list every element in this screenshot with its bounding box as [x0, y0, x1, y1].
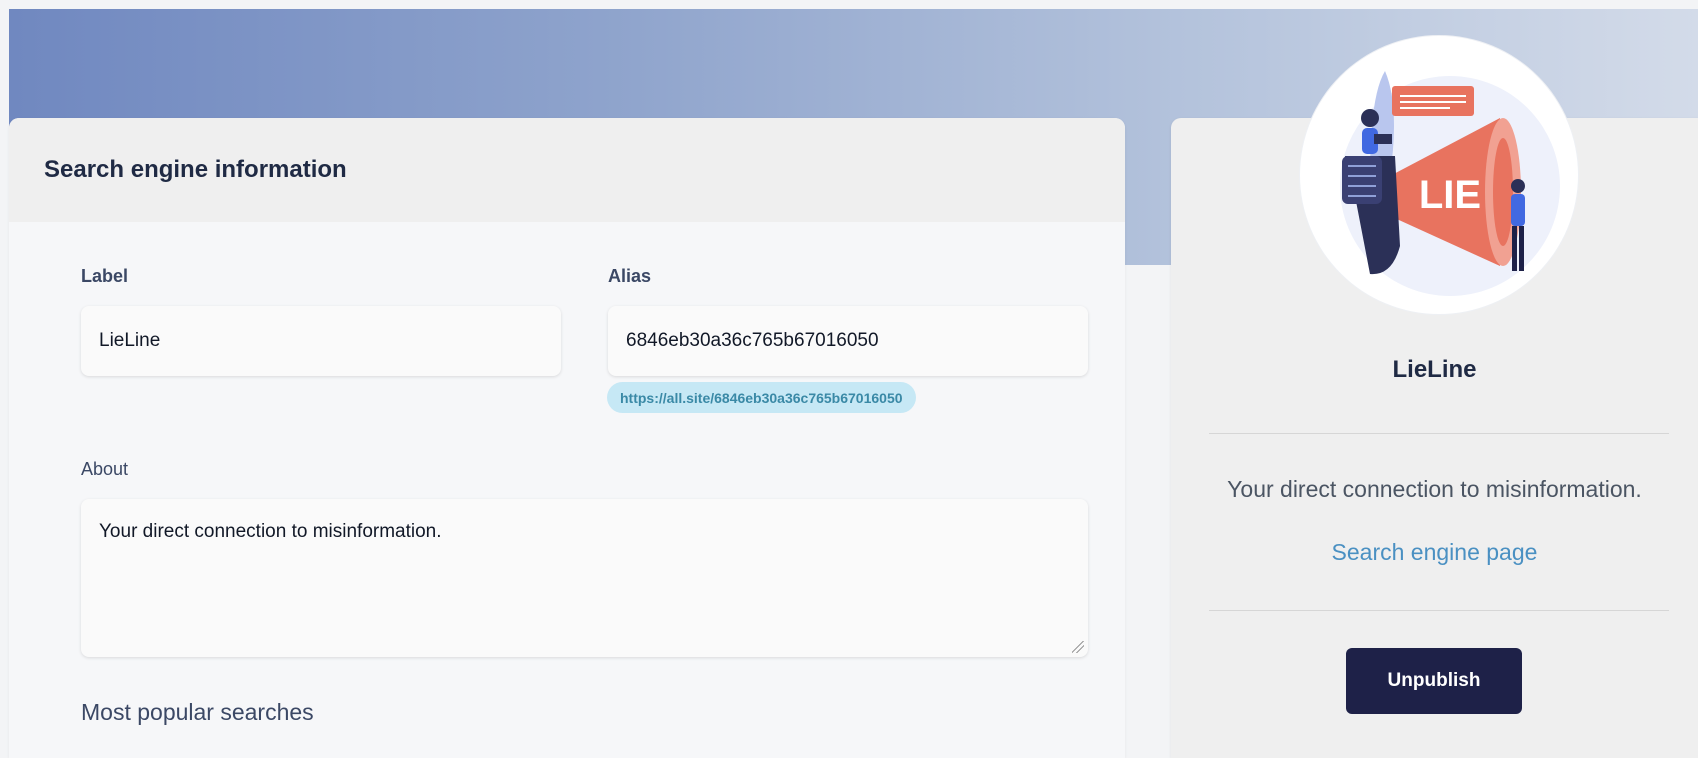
alias-field-label: Alias	[608, 266, 652, 286]
about-textarea-text: Your direct connection to misinformation…	[99, 521, 442, 542]
divider	[1209, 433, 1669, 434]
label-input[interactable]: LieLine	[81, 306, 561, 376]
divider	[1209, 610, 1669, 611]
popular-searches-label: Most popular searches	[81, 699, 314, 725]
avatar-text: LIE	[1419, 173, 1481, 217]
about-textarea[interactable]: Your direct connection to misinformation…	[81, 499, 1088, 657]
profile-about: Your direct connection to misinformation…	[1227, 476, 1642, 502]
about-field-label: About	[81, 459, 129, 479]
alias-input[interactable]: 6846eb30a36c765b67016050	[608, 306, 1088, 376]
avatar: LIE	[1300, 36, 1578, 314]
label-field-label: Label	[81, 266, 129, 286]
card-title: Search engine information	[44, 156, 347, 183]
card-header: Search engine information	[9, 118, 1125, 222]
profile-name: LieLine	[1392, 356, 1477, 383]
search-engine-page-link[interactable]: Search engine page	[1171, 539, 1698, 566]
megaphone-illustration-icon: LIE	[1340, 71, 1560, 296]
resize-grip-icon[interactable]	[1072, 641, 1084, 653]
alias-url-badge[interactable]: https://all.site/6846eb30a36c765b6701605…	[607, 382, 916, 413]
unpublish-button[interactable]: Unpublish	[1346, 648, 1522, 714]
search-engine-info-card: Search engine information	[9, 118, 1125, 758]
